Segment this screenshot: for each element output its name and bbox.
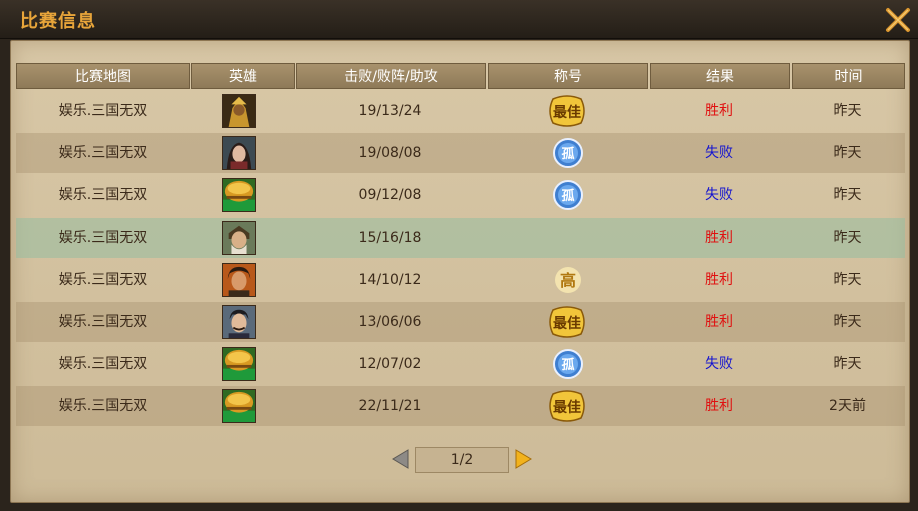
hero-avatar-icon[interactable] — [222, 178, 256, 213]
map-name: 娱乐.三国无双 — [58, 356, 148, 373]
title-cell: 最佳 — [486, 302, 648, 342]
kda-value: 12/07/02 — [358, 356, 422, 373]
hero-avatar-icon[interactable] — [222, 220, 256, 255]
svg-text:最佳: 最佳 — [553, 399, 581, 416]
time-value: 2天前 — [829, 398, 866, 415]
table-row[interactable]: 娱乐.三国无双 13/06/06 最佳 胜利 昨天 — [16, 302, 905, 342]
svg-text:高: 高 — [560, 271, 576, 290]
hero-cell — [190, 302, 294, 342]
table-row[interactable]: 娱乐.三国无双 09/12/08 孤 失败 昨天 — [16, 175, 905, 215]
best-badge-icon: 最佳 — [549, 95, 585, 127]
pagination: 1/2 — [390, 446, 535, 473]
time-value: 昨天 — [833, 145, 862, 162]
table-row[interactable]: 娱乐.三国无双 15/16/18 胜利 昨天 — [16, 217, 905, 258]
table-row[interactable]: 娱乐.三国无双 14/10/12 高 胜利 昨天 — [16, 260, 905, 300]
map-name: 娱乐.三国无双 — [58, 271, 148, 288]
col-header-hero: 英雄 — [191, 63, 295, 89]
title-cell: 孤 — [486, 175, 648, 215]
hero-cell — [190, 218, 294, 258]
map-name: 娱乐.三国无双 — [58, 229, 148, 246]
arrow-left-icon[interactable] — [390, 448, 412, 470]
hero-avatar-icon[interactable] — [222, 262, 256, 297]
page-indicator: 1/2 — [415, 447, 509, 473]
table-row[interactable]: 娱乐.三国无双 12/07/02 孤 失败 昨天 — [16, 344, 905, 384]
map-name: 娱乐.三国无双 — [58, 187, 148, 204]
time-value: 昨天 — [833, 356, 862, 373]
result-value: 失败 — [705, 356, 733, 373]
lone-badge-icon: 孤 — [553, 180, 583, 211]
kda-value: 15/16/18 — [358, 229, 422, 246]
result-value: 失败 — [705, 145, 733, 162]
hero-cell — [190, 344, 294, 384]
result-value: 失败 — [705, 187, 733, 204]
col-header-title: 称号 — [488, 63, 648, 89]
title-cell: 最佳 — [486, 386, 648, 426]
lone-badge-icon: 孤 — [553, 138, 583, 169]
match-info-window: 比赛信息 比赛地图 英雄 击败/败阵/助攻 称号 结果 时间 娱乐.三国无双 19… — [0, 0, 918, 511]
result-value: 胜利 — [705, 398, 733, 415]
map-name: 娱乐.三国无双 — [58, 314, 148, 330]
kda-value: 09/12/08 — [358, 187, 422, 204]
table-row[interactable]: 娱乐.三国无双 22/11/21 最佳 胜利 2天前 — [16, 386, 905, 427]
high-badge-icon: 高 — [555, 266, 581, 293]
time-value: 昨天 — [833, 187, 862, 204]
result-value: 胜利 — [705, 271, 733, 288]
map-name: 娱乐.三国无双 — [58, 145, 148, 162]
col-header-time: 时间 — [792, 63, 905, 89]
svg-text:最佳: 最佳 — [553, 315, 581, 332]
title-bar: 比赛信息 — [0, 0, 918, 39]
map-name: 娱乐.三国无双 — [58, 103, 148, 119]
svg-text:孤: 孤 — [561, 188, 574, 204]
result-value: 胜利 — [705, 229, 733, 246]
hero-avatar-icon[interactable] — [222, 94, 256, 128]
crossed-swords-icon[interactable] — [882, 4, 914, 36]
col-header-kda: 击败/败阵/助攻 — [296, 63, 486, 89]
hero-cell — [190, 260, 294, 300]
hero-avatar-icon[interactable] — [222, 136, 256, 171]
title-cell: 孤 — [486, 133, 648, 173]
hero-cell — [190, 133, 294, 173]
svg-text:最佳: 最佳 — [553, 104, 581, 121]
hero-cell — [190, 386, 294, 426]
svg-text:孤: 孤 — [561, 357, 574, 373]
title-cell: 高 — [486, 260, 648, 300]
col-header-result: 结果 — [650, 63, 790, 89]
lone-badge-icon: 孤 — [553, 349, 583, 380]
best-badge-icon: 最佳 — [549, 306, 585, 338]
time-value: 昨天 — [833, 229, 862, 246]
title-cell: 最佳 — [486, 91, 648, 131]
kda-value: 13/06/06 — [358, 314, 422, 330]
hero-cell — [190, 91, 294, 131]
hero-cell — [190, 175, 294, 215]
title-cell — [486, 218, 648, 258]
time-value: 昨天 — [833, 103, 862, 119]
col-header-map: 比赛地图 — [16, 63, 190, 89]
window-title: 比赛信息 — [20, 11, 96, 32]
kda-value: 22/11/21 — [358, 398, 422, 415]
table-row[interactable]: 娱乐.三国无双 19/08/08 孤 失败 昨天 — [16, 133, 905, 174]
map-name: 娱乐.三国无双 — [58, 398, 148, 415]
hero-avatar-icon[interactable] — [222, 347, 256, 382]
table-row[interactable]: 娱乐.三国无双 19/13/24 最佳 胜利 昨天 — [16, 91, 905, 131]
title-cell: 孤 — [486, 344, 648, 384]
kda-value: 19/13/24 — [358, 103, 422, 119]
time-value: 昨天 — [833, 271, 862, 288]
best-badge-icon: 最佳 — [549, 390, 585, 423]
svg-text:孤: 孤 — [561, 146, 574, 162]
hero-avatar-icon[interactable] — [222, 389, 256, 424]
time-value: 昨天 — [833, 314, 862, 330]
result-value: 胜利 — [705, 103, 733, 119]
kda-value: 19/08/08 — [358, 145, 422, 162]
kda-value: 14/10/12 — [358, 271, 422, 288]
arrow-right-icon[interactable] — [512, 448, 534, 470]
hero-avatar-icon[interactable] — [222, 305, 256, 339]
result-value: 胜利 — [705, 314, 733, 330]
